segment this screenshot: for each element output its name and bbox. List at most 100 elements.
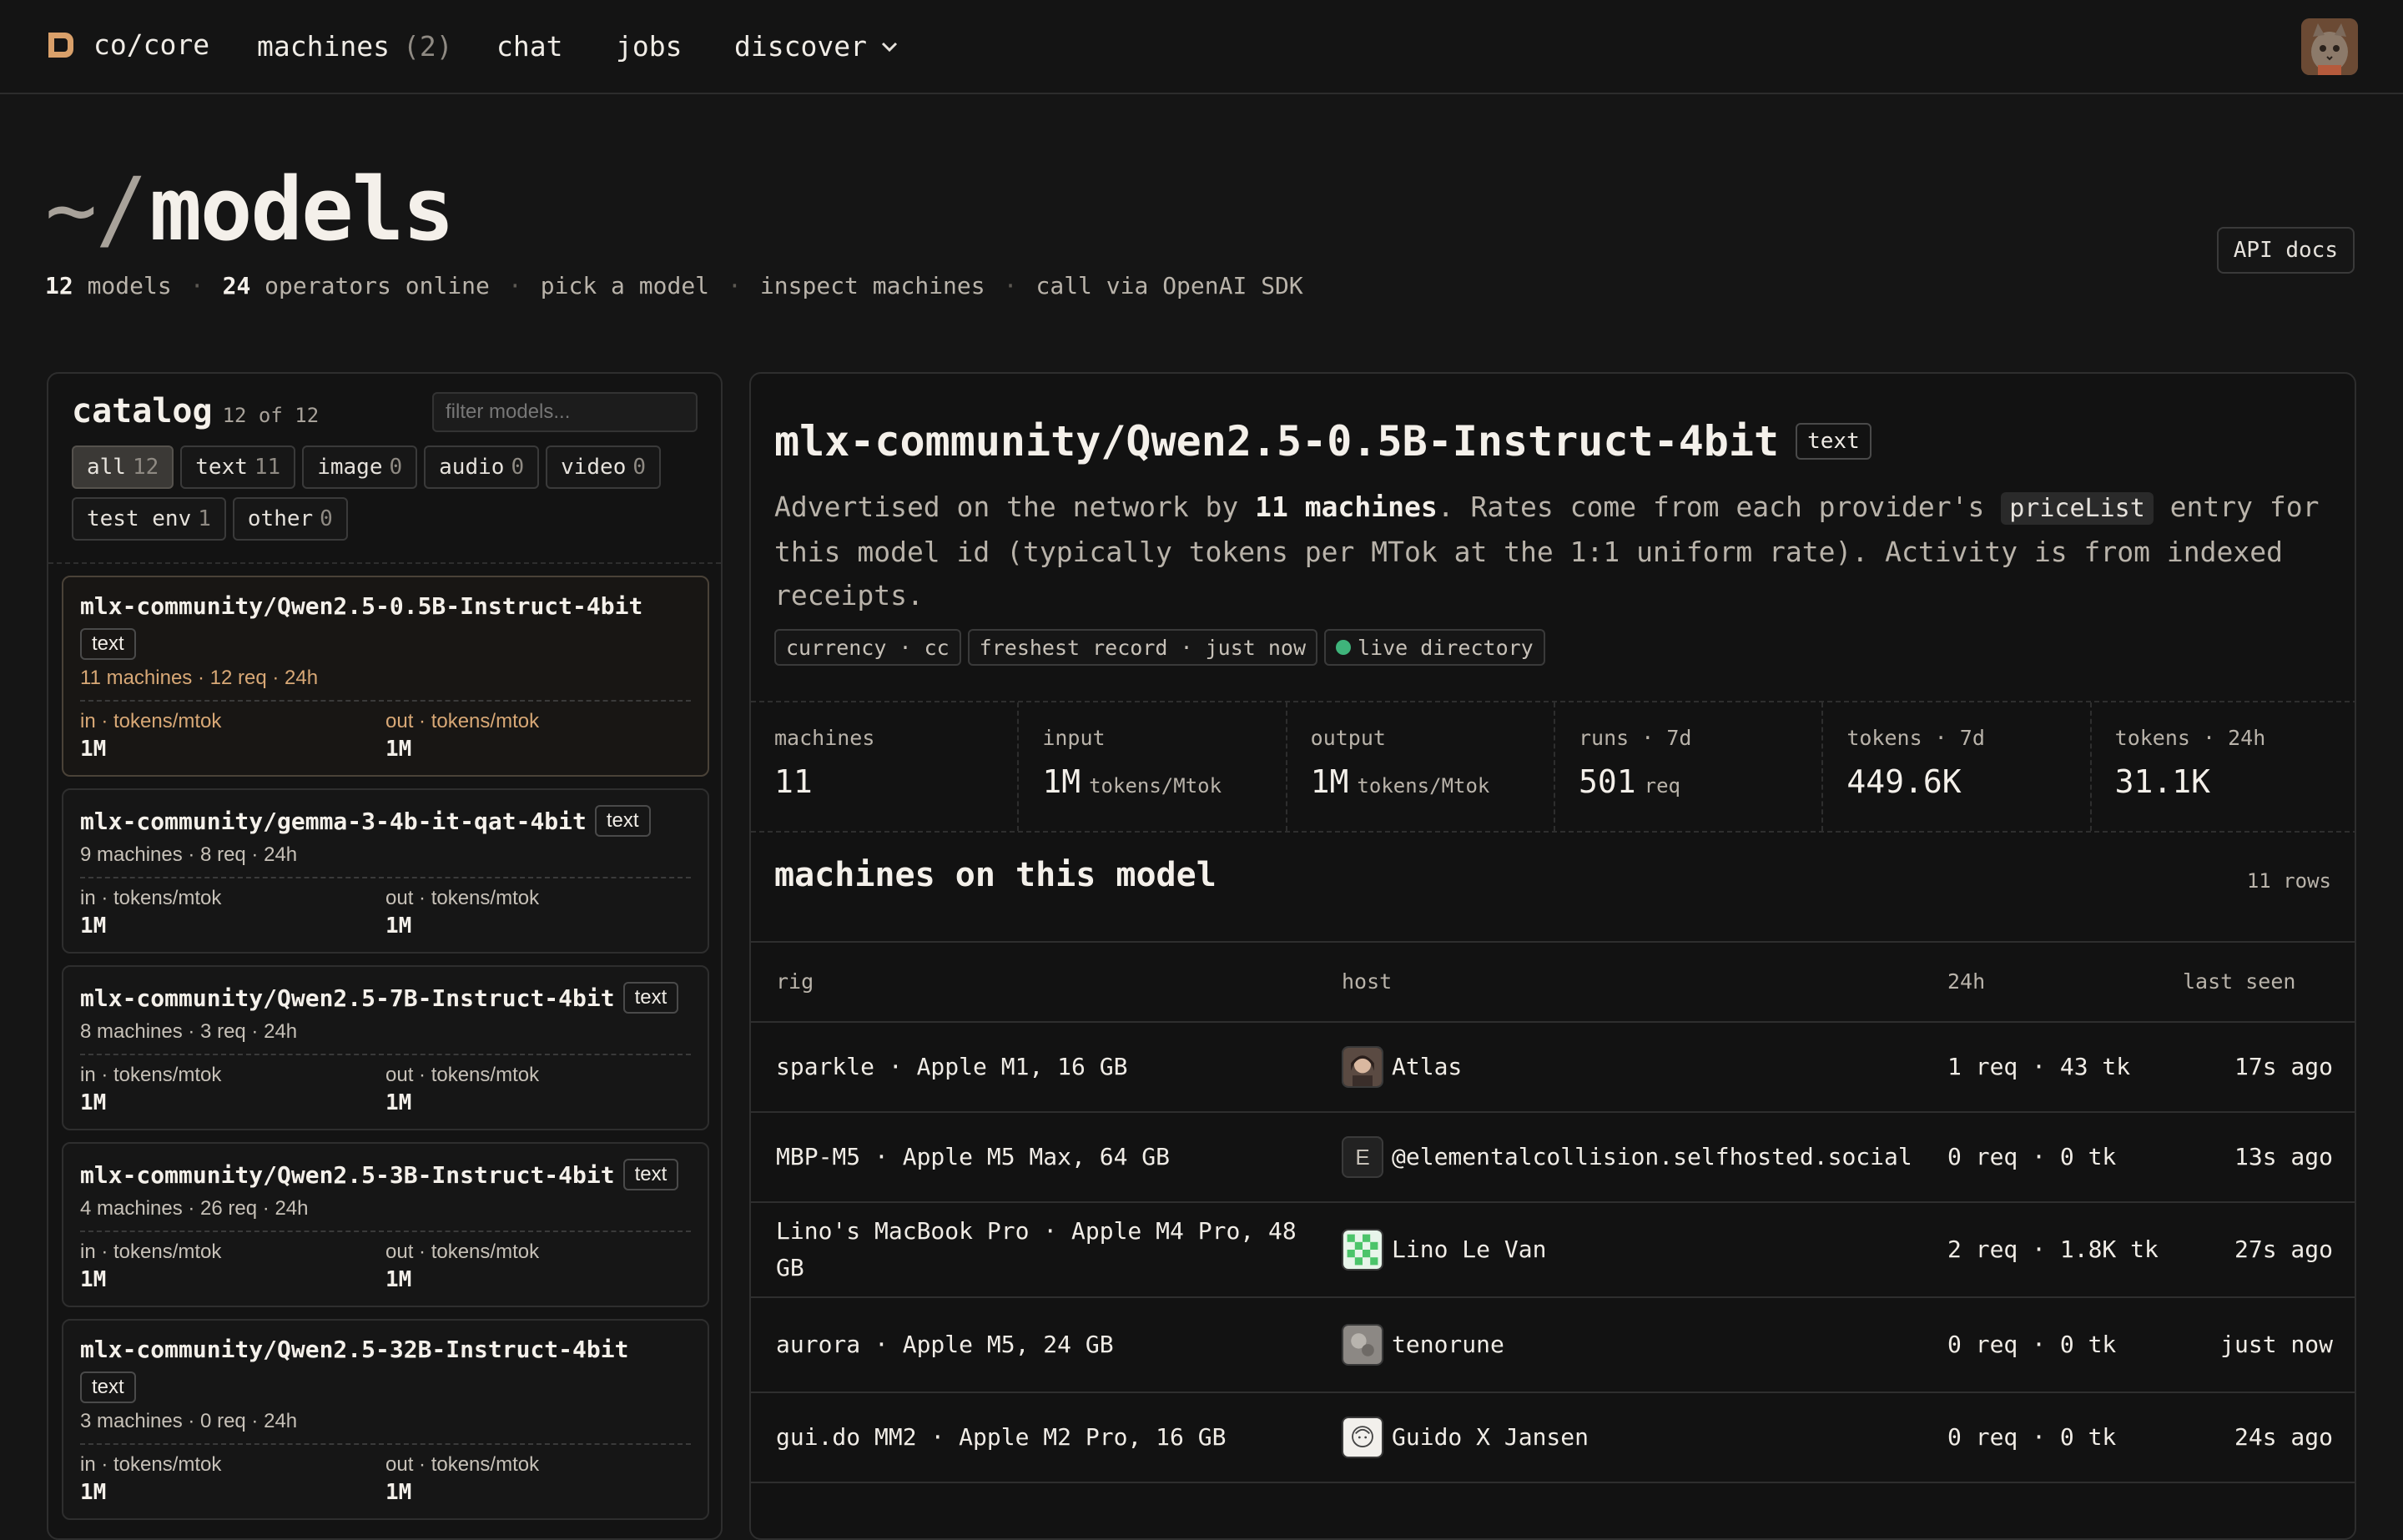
model-card[interactable]: mlx-community/gemma-3-4b-it-qat-4bit tex… [62, 788, 709, 954]
chip-video[interactable]: video 0 [546, 445, 662, 489]
nav-machines[interactable]: machines (2) [257, 30, 453, 63]
live-directory-pill: live directory [1324, 629, 1545, 666]
hint-inspect: inspect machines [759, 272, 985, 299]
divider [80, 1054, 691, 1055]
cell-host: Lino Le Van [1323, 1202, 1941, 1298]
column-host[interactable]: host [1323, 941, 1941, 1023]
model-card-title: mlx-community/gemma-3-4b-it-qat-4bit tex… [80, 805, 691, 837]
model-meta: 9 machines · 8 req · 24h [80, 843, 298, 866]
nav-discover-label: discover [734, 30, 867, 63]
model-tag: text [594, 805, 651, 837]
top-nav: co/core machines (2) chat jobs discover [0, 0, 2403, 94]
detail-pills: currency · cc freshest record · just now… [774, 629, 1545, 666]
stat-unit: tokens/Mtok [1357, 774, 1490, 798]
table-row[interactable]: Lino's MacBook Pro · Apple M4 Pro, 48 GB… [751, 1202, 2355, 1298]
rate-out-value: 1M [385, 1267, 412, 1292]
divider [80, 1443, 691, 1445]
chip-label: test env [87, 506, 192, 531]
stat-tokens-24h: tokens · 24h 31.1K [2092, 702, 2355, 831]
currency-pill: currency · cc [774, 629, 961, 666]
chip-count: 0 [389, 455, 403, 480]
cell-rig: aurora · Apple M5, 24 GB [751, 1297, 1323, 1393]
model-tag: text [80, 1371, 136, 1403]
detail-model-tag: text [1796, 423, 1872, 460]
freshest-record-pill: freshest record · just now [967, 629, 1318, 666]
operators-label: operators online [264, 272, 490, 299]
stat-value: 31.1K [2114, 763, 2211, 800]
table-row[interactable]: sparkle · Apple M1, 16 GB Atlas 1 req · … [751, 1022, 2355, 1113]
page-subtitle: 12 models · 24 operators online · pick a… [45, 272, 1303, 299]
divider [48, 562, 721, 564]
catalog-header: catalog 12 of 12 [72, 392, 319, 430]
nav-jobs[interactable]: jobs [616, 30, 682, 63]
model-name: mlx-community/gemma-3-4b-it-qat-4bit [80, 807, 587, 835]
column-last-seen[interactable]: last seen [2166, 941, 2355, 1023]
rate-out-label: out · tokens/mtok [385, 710, 540, 732]
table-row[interactable]: aurora · Apple M5, 24 GB tenorune 0 req … [751, 1297, 2355, 1393]
model-rates: in · tokens/mtok 1M out · tokens/mtok 1M [80, 710, 691, 762]
table-row[interactable]: gui.do MM2 · Apple M2 Pro, 16 GB Guido X… [751, 1392, 2355, 1483]
model-card[interactable]: mlx-community/Qwen2.5-3B-Instruct-4bit t… [62, 1142, 709, 1307]
rate-out-label: out · tokens/mtok [385, 1241, 540, 1263]
cell-last-seen: 17s ago [2166, 1022, 2355, 1113]
separator: · [1003, 272, 1018, 299]
cell-host: Guido X Jansen [1323, 1392, 1941, 1483]
column-24h[interactable]: 24h [1941, 941, 2166, 1023]
chip-test-env[interactable]: test env 1 [72, 497, 226, 541]
nav-machines-label: machines [257, 30, 390, 63]
host-name: Lino Le Van [1392, 1236, 1547, 1263]
divider [80, 1230, 691, 1232]
chip-image[interactable]: image 0 [302, 445, 418, 489]
desc-code: priceList [2001, 492, 2154, 525]
machines-table: rig host 24h last seen sparkle · Apple M… [751, 941, 2355, 1483]
catalog-count: 12 of 12 [222, 404, 320, 427]
cell-host: Atlas [1323, 1022, 1941, 1113]
model-card[interactable]: mlx-community/Qwen2.5-0.5B-Instruct-4bit… [62, 576, 709, 777]
model-tag: text [622, 982, 679, 1014]
stat-input: input 1M tokens/Mtok [1019, 702, 1287, 831]
chip-text[interactable]: text 11 [180, 445, 296, 489]
api-docs-button[interactable]: API docs [2216, 227, 2355, 274]
chip-other[interactable]: other 0 [232, 497, 348, 541]
stat-tokens-7d: tokens · 7d 449.6K [1823, 702, 2092, 831]
stat-value: 1M [1042, 763, 1081, 800]
stats-row: machines 11 input 1M tokens/Mtok output 1M to… [751, 701, 2355, 833]
model-card[interactable]: mlx-community/Qwen2.5-32B-Instruct-4bit … [62, 1319, 709, 1520]
filter-models-input[interactable]: filter models... [432, 392, 698, 432]
brand-link[interactable]: co/core [45, 28, 209, 61]
separator: · [189, 272, 204, 299]
detail-description: Advertised on the network by 11 machines… [774, 486, 2335, 617]
page-title: ~/ models [45, 159, 455, 260]
cell-rig: gui.do MM2 · Apple M2 Pro, 16 GB [751, 1392, 1323, 1483]
model-meta: 3 machines · 0 req · 24h [80, 1410, 298, 1432]
catalog-title: catalog [72, 392, 213, 430]
host-name: tenorune [1392, 1331, 1504, 1358]
desc-machines: 11 machines [1255, 491, 1438, 523]
stat-value: 501 [1578, 763, 1636, 800]
model-card[interactable]: mlx-community/Qwen2.5-7B-Instruct-4bit t… [62, 965, 709, 1130]
rate-out-value: 1M [385, 1090, 412, 1115]
chip-label: video [561, 455, 627, 480]
brand-logo-icon [45, 29, 77, 61]
chip-label: text [195, 455, 248, 480]
chip-audio[interactable]: audio 0 [424, 445, 540, 489]
chip-label: audio [439, 455, 505, 480]
nav-discover[interactable]: discover [734, 30, 900, 63]
user-avatar[interactable] [2301, 18, 2358, 75]
cell-24h: 2 req · 1.8K tk [1941, 1202, 2166, 1298]
model-rates: in · tokens/mtok 1M out · tokens/mtok 1M [80, 1453, 691, 1505]
rate-in-label: in · tokens/mtok [80, 1453, 222, 1476]
table-row[interactable]: MBP-M5 · Apple M5 Max, 64 GB E @elementa… [751, 1112, 2355, 1203]
stat-label: input [1042, 726, 1106, 750]
divider [80, 700, 691, 702]
model-tag: text [80, 628, 136, 660]
nav-chat[interactable]: chat [496, 30, 562, 63]
host-avatar [1342, 1417, 1383, 1458]
host-name: Guido X Jansen [1392, 1423, 1589, 1451]
model-detail-panel: mlx-community/Qwen2.5-0.5B-Instruct-4bit… [749, 372, 2356, 1540]
pill-label: currency · cc [786, 635, 950, 660]
column-rig[interactable]: rig [751, 941, 1323, 1023]
model-list: mlx-community/Qwen2.5-0.5B-Instruct-4bit… [62, 576, 709, 1532]
chip-all[interactable]: all 12 [72, 445, 174, 489]
rate-out-value: 1M [385, 737, 412, 762]
